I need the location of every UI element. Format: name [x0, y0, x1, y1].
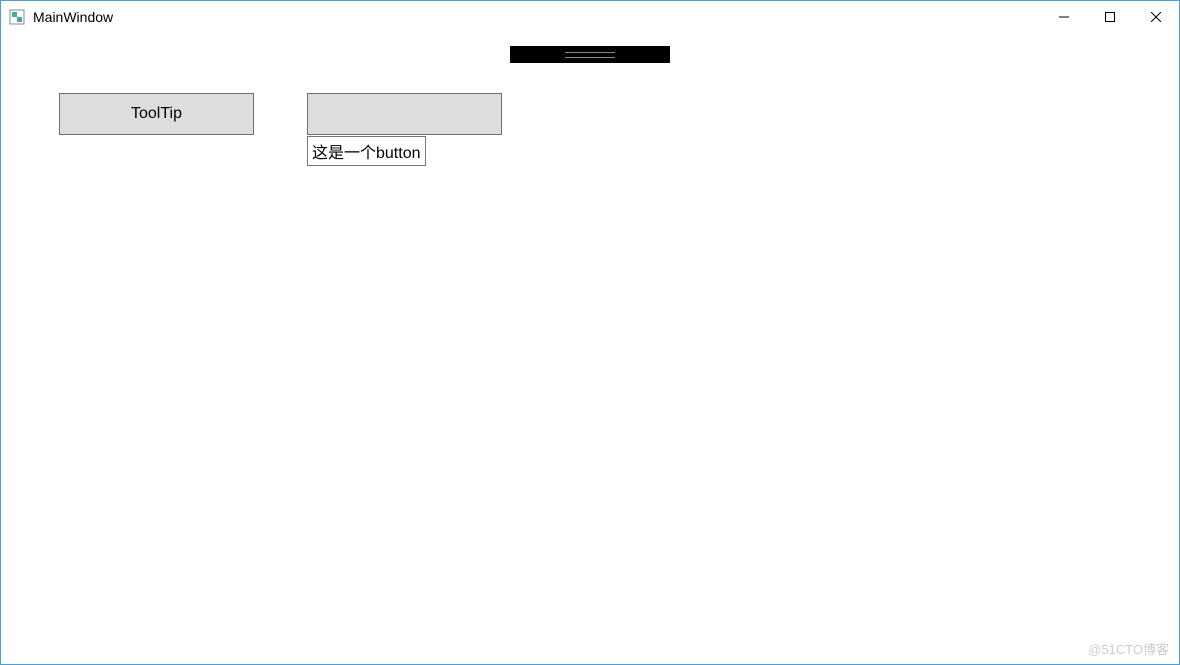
tooltip-button[interactable]: ToolTip: [59, 93, 254, 135]
watermark: @51CTO博客: [1088, 639, 1169, 658]
main-window: MainWindow ToolTip 这是一个bu: [0, 0, 1180, 665]
close-button[interactable]: [1133, 1, 1179, 33]
grip-handle[interactable]: [510, 46, 670, 63]
tooltip-text: 这是一个button: [312, 145, 421, 162]
client-area: ToolTip 这是一个button: [1, 33, 1179, 664]
window-controls: [1041, 1, 1179, 33]
app-icon: [9, 9, 25, 25]
minimize-button[interactable]: [1041, 1, 1087, 33]
second-button[interactable]: [307, 93, 502, 135]
window-title: MainWindow: [33, 9, 113, 25]
titlebar[interactable]: MainWindow: [1, 1, 1179, 33]
tooltip-button-label: ToolTip: [131, 105, 182, 123]
maximize-button[interactable]: [1087, 1, 1133, 33]
tooltip-popup: 这是一个button: [307, 136, 426, 166]
grip-lines-icon: [565, 52, 615, 58]
